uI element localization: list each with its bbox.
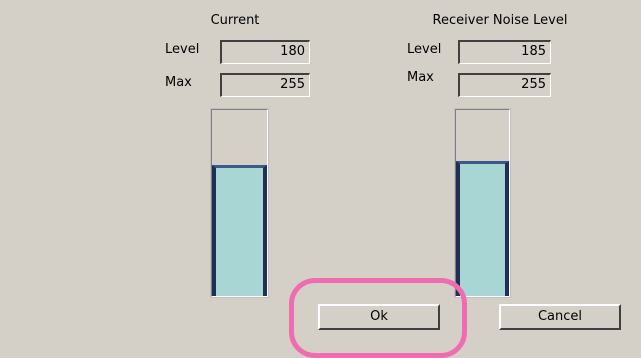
current-level-bar	[210, 108, 269, 298]
noise-title: Receiver Noise Level	[432, 13, 568, 28]
cancel-button[interactable]: Cancel	[499, 304, 621, 330]
current-title: Current	[210, 13, 260, 28]
current-level-label: Level	[165, 42, 200, 57]
noise-level-bar-fill	[456, 161, 509, 296]
noise-level-bar	[454, 108, 511, 298]
current-max-field: 255	[220, 73, 310, 97]
noise-max-field: 255	[458, 73, 551, 97]
current-level-field: 180	[220, 40, 310, 64]
noise-level-field: 185	[458, 40, 551, 64]
current-level-bar-fill	[212, 164, 267, 296]
noise-max-label: Max	[407, 70, 434, 85]
highlight-annotation	[289, 278, 467, 358]
noise-level-label: Level	[407, 42, 442, 57]
current-max-label: Max	[165, 75, 192, 90]
